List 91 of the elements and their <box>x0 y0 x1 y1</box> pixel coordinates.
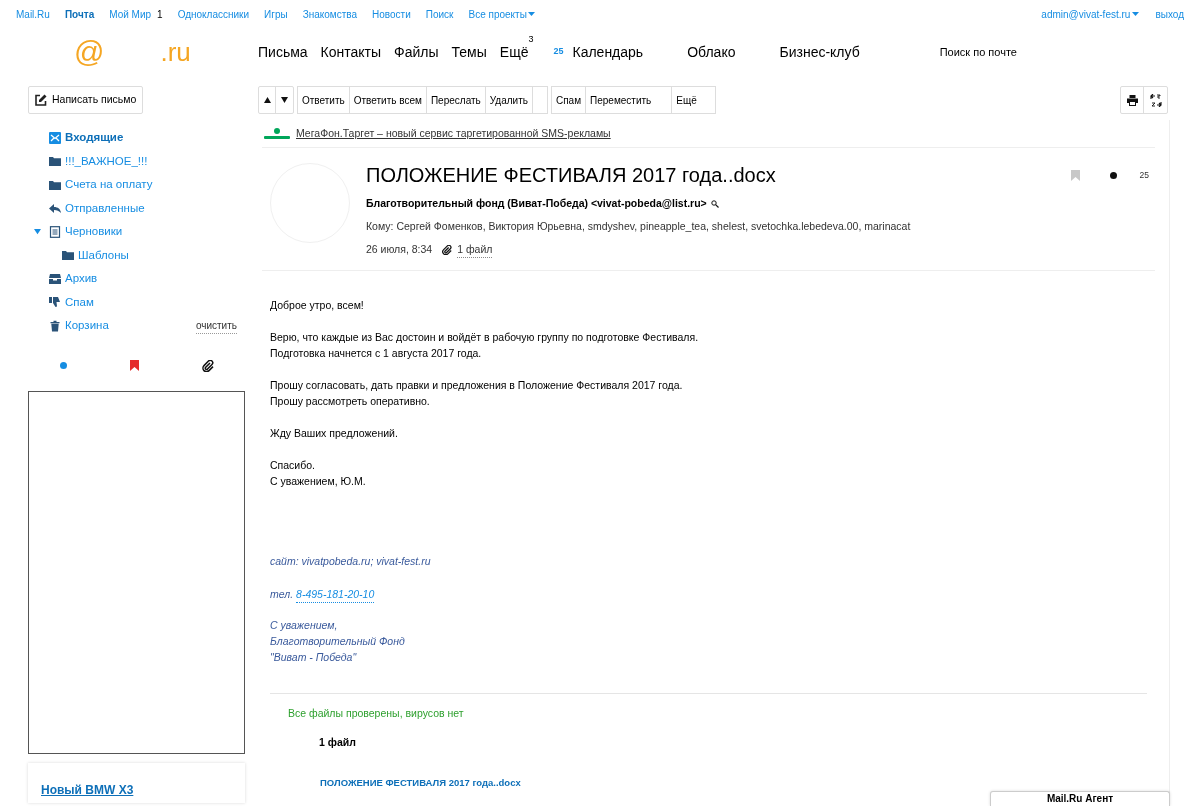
folder-item[interactable]: Спам <box>49 293 94 311</box>
caret-icon[interactable] <box>34 228 41 236</box>
attachment-link[interactable]: ПОЛОЖЕНИЕ ФЕСТИВАЛЯ 2017 года..docx <box>320 775 1147 790</box>
toolbar-button[interactable]: Переслать <box>425 86 486 114</box>
virus-check-status: Все файлы проверены, вирусов нет <box>288 706 465 722</box>
files-count: 1 файл <box>319 735 357 750</box>
nav-link[interactable]: Контакты <box>320 41 382 63</box>
nav-link[interactable]: Календарь <box>572 41 644 63</box>
folder-icon <box>62 249 74 262</box>
envelope-icon <box>49 131 61 144</box>
signature-text: Благотворительный Фонд <box>270 634 406 650</box>
phone-link[interactable]: 8-495-181-20-10 <box>296 586 375 604</box>
folder-item[interactable]: Архив <box>49 270 98 288</box>
toolbar-button[interactable]: Переместить <box>585 86 673 114</box>
portal-link[interactable]: Все проекты <box>468 6 527 22</box>
body-text: Доброе утро, всем! <box>270 298 365 314</box>
phone-label: тел. <box>270 587 294 603</box>
folder-icon <box>49 178 61 191</box>
body-text: Спасибо. <box>270 458 316 474</box>
recipients-line: Кому: Сергей Фоменков, Виктория Юрьевна, smdyshev, pineapple_tea, shelest, svetochka.lebedeva.00, marinacat <box>366 218 912 234</box>
nav-link[interactable]: Ещё <box>499 41 529 63</box>
portal-link[interactable]: Одноклассники <box>177 6 250 22</box>
read-status-dot[interactable] <box>1109 171 1117 179</box>
toolbar-button[interactable]: Ответить всем <box>348 86 427 114</box>
document-icon <box>49 225 61 238</box>
reply-arrow-icon <box>49 202 61 215</box>
signature-sites: сайт: vivatpobeda.ru; vivat-fest.ru <box>270 554 432 570</box>
logout-link[interactable]: выход <box>1155 6 1184 22</box>
count-label: 1 <box>157 7 163 22</box>
message-subject: ПОЛОЖЕНИЕ ФЕСТИВАЛЯ 2017 года..docx <box>366 163 776 188</box>
ad-banner-link[interactable]: МегаФон.Таргет – новый сервис таргетированной SMS-рекламы <box>296 125 611 142</box>
nav-link[interactable]: Бизнес-клуб <box>779 41 860 63</box>
nav-link[interactable]: Темы <box>451 41 487 63</box>
empty-trash-link[interactable]: очистить <box>195 317 237 334</box>
brand-logo-icon <box>264 127 290 140</box>
nav-link[interactable]: Письма <box>258 41 308 63</box>
account-menu[interactable]: admin@vivat-fest.ru <box>1041 6 1131 22</box>
compose-button[interactable]: Написать письмо <box>28 86 144 114</box>
body-text: Жду Ваших предложений. <box>270 426 399 442</box>
message-date: 26 июля, 8:34 <box>366 242 433 257</box>
body-text: С уважением, Ю.М. <box>270 474 367 490</box>
bookmark-filter-icon[interactable] <box>129 360 139 371</box>
nav-link[interactable]: Облако <box>687 41 736 63</box>
portal-link[interactable]: Игры <box>264 6 288 22</box>
portal-link[interactable]: Мой Мир <box>109 6 152 22</box>
folder-item[interactable]: Счета на оплату <box>49 176 153 194</box>
caret-icon[interactable] <box>1132 12 1140 16</box>
portal-link[interactable]: Поиск <box>425 6 454 22</box>
signature-text: "Виват - Победа" <box>270 650 358 666</box>
portal-link[interactable]: Знакомства <box>302 6 358 22</box>
folder-item[interactable]: Корзина <box>49 317 109 335</box>
search-icon[interactable] <box>710 199 719 208</box>
archive-box-icon <box>49 272 61 285</box>
signature-text: С уважением, <box>270 618 339 634</box>
toolbar-button[interactable]: Удалить <box>484 86 533 114</box>
folder-item[interactable]: Черновики <box>49 223 123 241</box>
count-label: 3 <box>528 32 534 46</box>
caret-icon[interactable] <box>527 12 535 16</box>
paperclip-filter-icon[interactable] <box>201 359 214 372</box>
body-text: Прошу рассмотреть оперативно. <box>270 394 431 410</box>
trash-icon <box>49 319 61 332</box>
folder-icon <box>49 155 61 168</box>
calendar-date: 25 <box>1139 168 1149 182</box>
sender-address[interactable]: Благотворительный фонд (Виват-Победа) <vivat-pobeda@list.ru> <box>366 196 707 212</box>
body-text: Подготовка начнется с 1 августа 2017 года. <box>270 346 483 362</box>
folder-item[interactable]: !!!_ВАЖНОЕ_!!! <box>49 152 148 170</box>
dot-filter-icon[interactable] <box>59 362 67 369</box>
search-field[interactable]: Поиск по почте <box>939 43 1140 61</box>
thumbs-down-icon <box>49 296 61 309</box>
ad-link[interactable]: Новый BMW X3 <box>41 782 134 797</box>
agent-title: Mail.Ru Агент <box>1046 792 1114 806</box>
pencil-square-icon <box>35 94 47 106</box>
folder-item[interactable]: Отправленные <box>49 199 145 217</box>
printer-icon <box>1126 94 1138 106</box>
folder-item[interactable]: Входящие <box>49 129 124 147</box>
up-triangle-icon <box>263 97 271 103</box>
agent-panel[interactable]: Mail.Ru Агент <box>990 791 1170 806</box>
calendar-date: 25 <box>553 45 564 59</box>
paperclip-icon <box>442 244 453 255</box>
portal-link[interactable]: Новости <box>372 6 411 22</box>
nav-link[interactable]: Файлы <box>394 41 439 63</box>
toolbar-button[interactable]: Ещё <box>671 86 716 114</box>
attachments-link[interactable]: 1 файл <box>457 241 493 259</box>
toolbar-button[interactable]: Ответить <box>297 86 350 114</box>
down-triangle-icon <box>281 97 288 103</box>
portal-link[interactable]: Почта <box>64 6 95 22</box>
folder-item[interactable]: Шаблоны <box>62 246 129 264</box>
toolbar-button[interactable]: Спам <box>550 86 587 114</box>
portal-link[interactable]: Mail.Ru <box>16 6 50 22</box>
body-text: Верю, что каждые из Вас достоин и войдёт в рабочую группу по подготовке Фестиваля. <box>270 330 700 346</box>
body-text: Прошу согласовать, дать правки и предложения в Положение Фестиваля 2017 года. <box>270 378 684 394</box>
